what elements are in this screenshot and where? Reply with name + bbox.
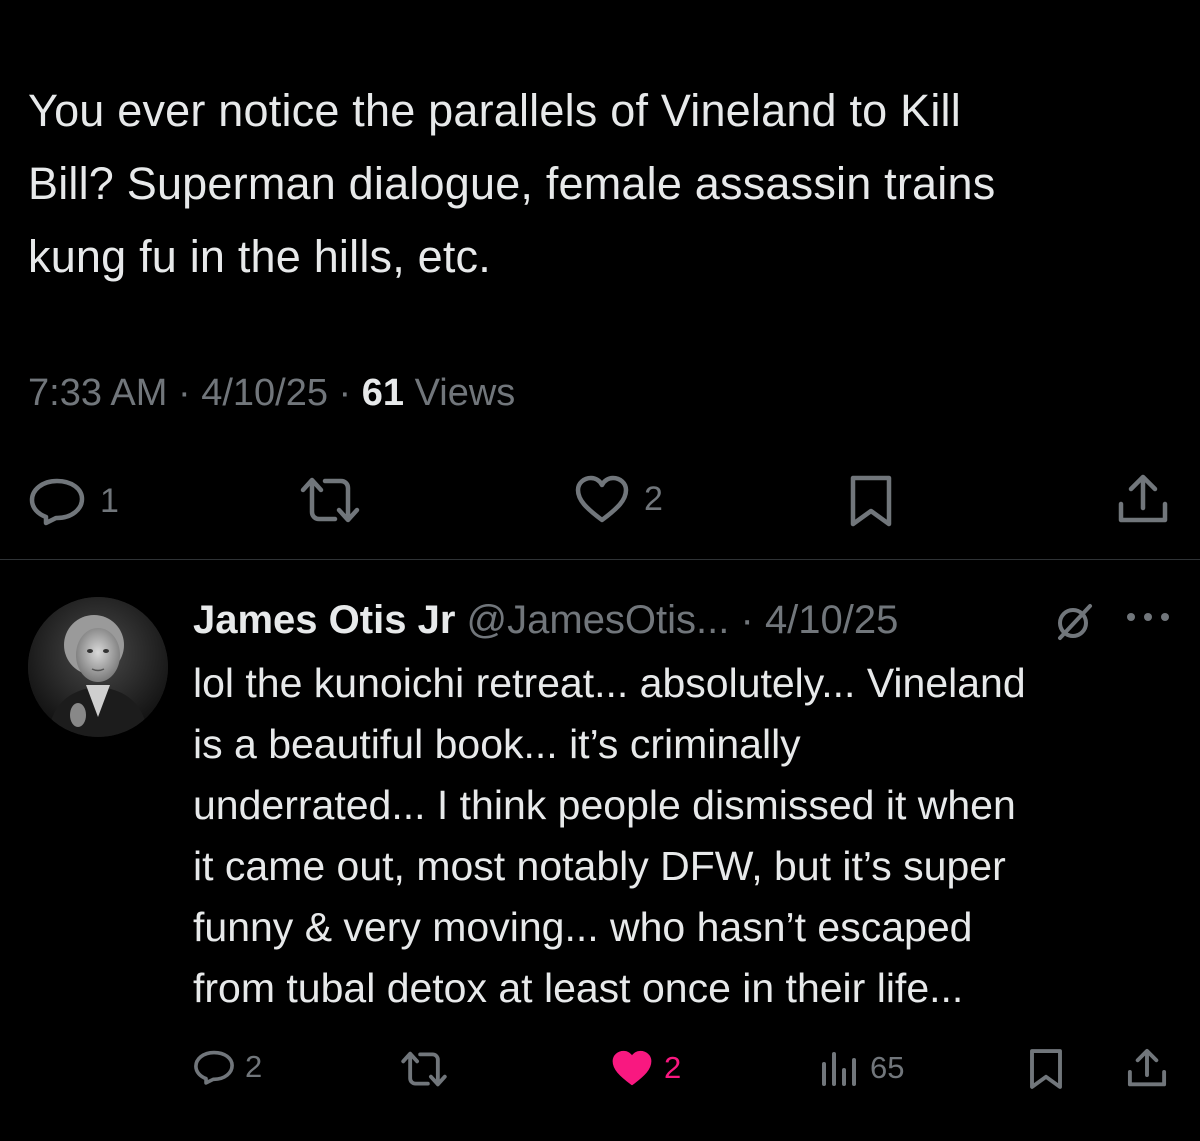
reply-button[interactable]: 1	[28, 476, 119, 526]
more-icon	[1127, 613, 1169, 621]
main-tweet: You ever notice the parallels of Vinelan…	[0, 0, 1200, 560]
reply-text-line: from tubal detox at least once in their …	[193, 965, 964, 1011]
author-name[interactable]: James Otis Jr	[193, 598, 455, 642]
like-button[interactable]: 2	[574, 474, 663, 524]
tweet-text-line: kung fu in the hills, etc.	[28, 231, 491, 282]
reply-header: James Otis Jr @JamesOtis... · 4/10/25	[193, 594, 898, 646]
tweet-meta: 7:33 AM · 4/10/25 · 61 Views	[28, 368, 515, 418]
views-count: 61	[361, 372, 405, 414]
bookmark-button[interactable]	[848, 474, 894, 528]
bookmark-button[interactable]	[1028, 1048, 1064, 1090]
tweet-text-line: Bill? Superman dialogue, female assassin…	[28, 158, 996, 209]
like-button[interactable]: 2	[610, 1049, 681, 1087]
meta-separator: ·	[328, 372, 362, 414]
author-handle[interactable]: @JamesOtis...	[467, 598, 730, 642]
retweet-icon	[300, 477, 360, 523]
views-label: Views	[404, 372, 516, 414]
more-button[interactable]	[1125, 610, 1171, 629]
like-count: 2	[664, 1050, 682, 1085]
like-count: 2	[644, 479, 663, 518]
reply-button[interactable]: 2	[193, 1048, 262, 1086]
grok-icon	[1058, 604, 1092, 640]
avatar[interactable]	[28, 597, 168, 737]
reply-text-line: is a beautiful book... it’s criminally	[193, 721, 801, 767]
reply-text: lol the kunoichi retreat... absolutely..…	[193, 653, 1183, 1019]
retweet-button[interactable]	[398, 1049, 450, 1089]
reply-text-line: underrated... I think people dismissed i…	[193, 782, 1016, 828]
portrait-image	[28, 597, 168, 737]
reply-tweet: James Otis Jr @JamesOtis... · 4/10/25 lo…	[0, 560, 1200, 1141]
meta-separator: ·	[167, 372, 202, 414]
share-icon	[1127, 1048, 1167, 1087]
reply-text-line: it came out, most notably DFW, but it’s …	[193, 843, 1006, 889]
share-button[interactable]	[1126, 1047, 1168, 1089]
tweet-date[interactable]: 4/10/25	[201, 372, 328, 414]
views-count: 65	[870, 1050, 905, 1085]
heart-icon	[612, 1050, 652, 1086]
views-button[interactable]: 65	[820, 1050, 904, 1086]
retweet-button[interactable]	[297, 474, 363, 526]
share-icon	[1118, 474, 1168, 523]
reply-icon	[194, 1050, 234, 1085]
views-icon	[822, 1052, 856, 1086]
heart-icon	[575, 475, 629, 523]
tweet-text-line: You ever notice the parallels of Vinelan…	[28, 85, 961, 136]
bookmark-icon	[850, 475, 892, 527]
reply-count: 2	[245, 1049, 263, 1084]
retweet-icon	[401, 1051, 447, 1087]
reply-text-line: lol the kunoichi retreat... absolutely..…	[193, 660, 1026, 706]
meta-separator: ·	[729, 598, 765, 642]
tweet-time[interactable]: 7:33 AM	[28, 372, 167, 414]
tweet-text: You ever notice the parallels of Vinelan…	[28, 74, 1188, 293]
share-button[interactable]	[1116, 472, 1170, 526]
reply-date[interactable]: 4/10/25	[765, 598, 898, 642]
bookmark-icon	[1030, 1049, 1062, 1089]
reply-icon	[29, 478, 85, 526]
grok-button[interactable]	[1052, 600, 1096, 649]
reply-count: 1	[100, 481, 119, 520]
reply-text-line: funny & very moving... who hasn’t escape…	[193, 904, 973, 950]
